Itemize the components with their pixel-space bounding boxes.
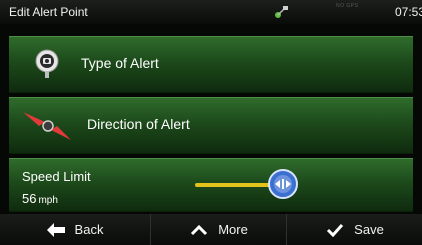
type-of-alert-label: Type of Alert bbox=[81, 55, 159, 71]
back-button[interactable]: Back bbox=[0, 214, 150, 245]
direction-icon bbox=[23, 112, 71, 140]
chevron-up-icon bbox=[191, 224, 208, 235]
speed-value-number: 56 bbox=[22, 191, 37, 206]
speed-limit-control: Speed Limit 56 mph bbox=[9, 158, 413, 212]
checkmark-icon bbox=[327, 223, 344, 237]
speed-slider-handle[interactable] bbox=[267, 168, 299, 200]
more-button[interactable]: More bbox=[150, 214, 287, 245]
arrow-left-icon bbox=[46, 222, 65, 237]
back-label: Back bbox=[74, 222, 104, 237]
satellite-icon bbox=[275, 6, 288, 18]
speed-limit-value: 56 mph bbox=[22, 191, 58, 206]
speed-limit-label: Speed Limit bbox=[22, 169, 91, 184]
direction-of-alert-button[interactable]: Direction of Alert bbox=[9, 97, 413, 154]
more-label: More bbox=[218, 222, 248, 237]
settings-panel: Type of Alert Direction of Alert Speed L… bbox=[0, 24, 422, 214]
status-bar: Edit Alert Point NO GPS 07:53 bbox=[0, 0, 422, 25]
clock: 07:53 bbox=[395, 5, 422, 19]
bottom-toolbar: Back More Save bbox=[0, 214, 422, 245]
gps-status: NO GPS bbox=[336, 3, 359, 9]
page-title: Edit Alert Point bbox=[9, 5, 88, 19]
save-label: Save bbox=[354, 222, 384, 237]
type-of-alert-button[interactable]: Type of Alert bbox=[9, 36, 413, 93]
speed-unit: mph bbox=[38, 195, 58, 206]
save-button[interactable]: Save bbox=[286, 214, 422, 245]
speed-camera-icon bbox=[35, 49, 59, 78]
direction-of-alert-label: Direction of Alert bbox=[87, 116, 190, 132]
